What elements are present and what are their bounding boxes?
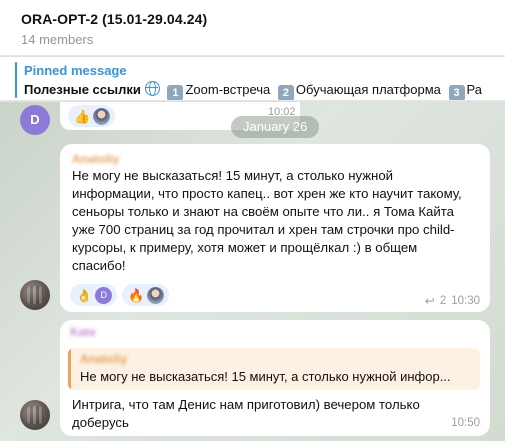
pinned-item-3: Ра	[466, 82, 482, 97]
reactor-avatar	[147, 286, 165, 304]
keycap-1-icon: 1	[167, 85, 184, 100]
reactor-avatar	[93, 107, 111, 125]
message-line: Не могу не высказаться! 15 минут, а стол…	[72, 168, 394, 183]
message-line: Интрига, что там Денис нам приготовил) в…	[72, 397, 420, 412]
pinned-message-bar[interactable]: Pinned message Полезные ссылки 1 Zoom-вст…	[0, 57, 505, 101]
pinned-prefix: Полезные ссылки	[24, 82, 141, 97]
message-line: уже 700 страниц за год прочитал и хрен т…	[72, 222, 455, 237]
reaction-thumbs-up[interactable]: 👍	[68, 105, 116, 127]
message-line: доберусь	[72, 415, 129, 430]
message-line: сеньоры только и знают на своём опыте чт…	[72, 204, 454, 219]
avatar[interactable]: D	[20, 105, 50, 135]
reaction-fire[interactable]: 🔥	[122, 284, 170, 306]
quote-text: Не могу не высказаться! 15 минут, а стол…	[80, 369, 451, 384]
pinned-label: Pinned message	[24, 63, 127, 78]
ok-hand-icon: 👌	[76, 287, 93, 303]
message-bubble[interactable]: Kate Anatoliy Не могу не высказаться! 15…	[60, 320, 490, 436]
message-meta: ↩ 2 10:30	[425, 294, 480, 308]
message-list[interactable]: 👍 10:02 D January 26 Anatoliy Не могу не…	[0, 102, 505, 441]
message-line: информации, что просто капец.. вот хрен …	[72, 186, 462, 201]
avatar[interactable]	[20, 400, 50, 430]
message-time: 10:50	[451, 417, 480, 429]
pinned-accent-bar	[15, 62, 17, 98]
reply-count[interactable]: 2	[440, 295, 446, 307]
avatar[interactable]	[20, 280, 50, 310]
pinned-text: Полезные ссылки 1 Zoom-встреча 2 Обучающая…	[24, 81, 482, 100]
keycap-3-icon: 3	[448, 85, 465, 100]
globe-icon	[144, 81, 160, 96]
pinned-item-2: Обучающая платформа	[295, 82, 441, 97]
reply-arrow-icon[interactable]: ↩	[425, 294, 435, 308]
message-text: Интрига, что там Денис нам приготовил) в…	[72, 396, 482, 432]
sender-name[interactable]: Anatoliy	[72, 152, 119, 166]
pinned-item-1: Zoom-встреча	[185, 82, 271, 97]
message-line: спасибо!	[72, 258, 126, 273]
date-separator: January 26	[231, 116, 320, 138]
reply-quote[interactable]: Anatoliy Не могу не высказаться! 15 мину…	[68, 348, 480, 390]
message-time: 10:30	[451, 295, 480, 307]
reactor-avatar: D	[95, 286, 113, 304]
keycap-2-icon: 2	[277, 85, 294, 100]
sender-name[interactable]: Kate	[70, 325, 96, 339]
members-count: 14 members	[21, 32, 94, 47]
reactions-previous: 👍	[68, 105, 116, 127]
message-line: курсоры, к примеру, хотя может и прощёлк…	[72, 240, 418, 255]
message-reactions: 👌 D 🔥	[70, 284, 170, 306]
chat-header[interactable]: ORA-OPT-2 (15.01-29.04.24) 14 members	[0, 0, 505, 56]
quote-sender-name: Anatoliy	[80, 352, 128, 366]
message-bubble[interactable]: Anatoliy Не могу не высказаться! 15 мину…	[60, 144, 490, 312]
message-meta: 10:50	[451, 417, 480, 429]
thumbs-up-icon: 👍	[74, 108, 91, 124]
fire-icon: 🔥	[128, 287, 145, 303]
quote-accent-bar	[68, 348, 71, 390]
chat-title: ORA-OPT-2 (15.01-29.04.24)	[21, 11, 208, 27]
message-text: Не могу не высказаться! 15 минут, а стол…	[72, 167, 482, 275]
reaction-ok-hand[interactable]: 👌 D	[70, 284, 118, 306]
